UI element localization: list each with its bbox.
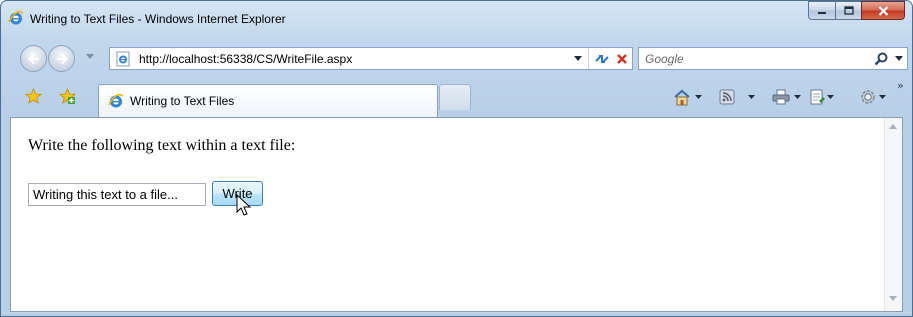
search-input[interactable]: Google (645, 52, 871, 66)
instruction-text: Write the following text within a text f… (28, 137, 296, 154)
stop-button[interactable] (612, 49, 632, 69)
address-url: http://localhost:56338/CS/WriteFile.aspx (139, 51, 353, 66)
minimize-icon (818, 11, 826, 14)
search-bar[interactable]: Google (638, 47, 908, 70)
more-commands-icon[interactable]: » (897, 79, 904, 92)
page-content: Write the following text within a text f… (10, 117, 903, 312)
tab-writing-to-text-files[interactable]: Writing to Text Files (98, 84, 438, 117)
tab-label: Writing to Text Files (130, 94, 235, 108)
page-icon (810, 89, 825, 104)
close-icon (878, 5, 888, 16)
stop-icon (617, 53, 627, 64)
page-button[interactable] (809, 87, 834, 107)
chevron-down-icon[interactable] (794, 95, 801, 99)
back-button[interactable] (20, 45, 47, 72)
minimize-button[interactable] (808, 1, 835, 20)
ie-page-icon (116, 51, 130, 66)
chevron-down-icon (574, 56, 582, 61)
chevron-down-icon[interactable] (695, 95, 702, 99)
feeds-button[interactable] (719, 87, 755, 107)
navigation-bar: http://localhost:56338/CS/WriteFile.aspx (1, 39, 912, 77)
chevron-down-icon[interactable] (827, 95, 834, 99)
maximize-icon (843, 6, 854, 15)
print-icon (772, 89, 790, 105)
browser-window: Writing to Text Files - Windows Internet… (0, 0, 913, 317)
divider (588, 48, 589, 69)
vertical-scrollbar[interactable] (884, 118, 902, 311)
text-input[interactable]: Writing this text to a file... (28, 183, 206, 206)
add-favorites-icon[interactable] (59, 88, 76, 105)
scroll-down-icon[interactable] (889, 296, 897, 301)
close-button[interactable] (861, 1, 905, 20)
forward-button[interactable] (48, 45, 75, 72)
chevron-down-icon (895, 56, 903, 61)
feeds-icon (719, 89, 735, 105)
recent-pages-dropdown-icon[interactable] (86, 54, 94, 60)
address-bar[interactable]: http://localhost:56338/CS/WriteFile.aspx (109, 47, 633, 70)
window-bottom-edge (1, 312, 912, 316)
back-arrow-icon (27, 53, 39, 64)
search-button[interactable] (871, 52, 891, 66)
search-options-dropdown[interactable] (891, 56, 907, 61)
chevron-down-icon[interactable] (879, 95, 886, 99)
refresh-button[interactable] (592, 49, 612, 69)
title-bar: Writing to Text Files - Windows Internet… (1, 1, 912, 39)
window-title: Writing to Text Files - Windows Internet… (30, 12, 286, 26)
print-button[interactable] (772, 87, 801, 107)
mouse-cursor-icon (236, 194, 252, 216)
refresh-icon (595, 54, 609, 63)
tools-gear-icon (861, 90, 875, 104)
maximize-button[interactable] (835, 1, 861, 20)
tab-bar: Writing to Text Files » (1, 77, 912, 117)
tools-button[interactable] (859, 87, 886, 107)
ie-logo-icon (108, 93, 124, 108)
search-icon (874, 52, 888, 65)
forward-arrow-icon (56, 53, 68, 64)
favorites-star-icon[interactable] (25, 88, 42, 105)
home-icon (674, 89, 690, 105)
caption-buttons (808, 1, 905, 21)
new-tab-button[interactable] (439, 84, 471, 110)
home-button[interactable] (673, 87, 702, 107)
address-dropdown-button[interactable] (571, 56, 585, 61)
ie-logo-icon (8, 10, 24, 25)
scroll-up-icon[interactable] (889, 124, 897, 129)
chevron-down-icon[interactable] (748, 95, 755, 99)
